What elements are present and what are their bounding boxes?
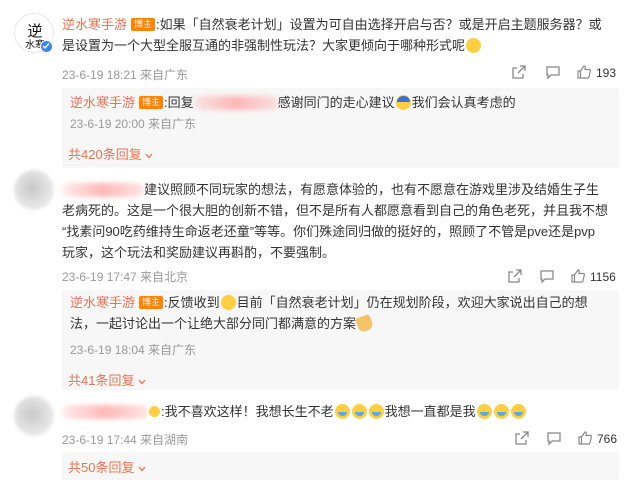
crying-emoji-icon bbox=[351, 404, 367, 419]
comment-text-line2: 我想一直都是我 bbox=[384, 404, 476, 419]
reply-box: 共50条回复 bbox=[62, 452, 619, 480]
comment-time: 23-6-19 17:44 来自湖南 bbox=[62, 433, 189, 447]
like-count: 766 bbox=[597, 432, 618, 446]
chevron-down-icon bbox=[138, 466, 146, 472]
user-tag-icon bbox=[149, 406, 160, 417]
user-avatar[interactable] bbox=[14, 396, 54, 436]
crying-emoji-icon bbox=[368, 404, 384, 419]
comment-text: :我不喜欢这样！我想长生不老 我想一直都是我 bbox=[62, 401, 619, 422]
crying-emoji-icon bbox=[493, 404, 509, 419]
view-replies-link[interactable]: 共50条回复 bbox=[68, 457, 146, 476]
crying-emoji-icon bbox=[334, 404, 350, 419]
like-icon[interactable] bbox=[577, 430, 593, 446]
blurred-username[interactable] bbox=[62, 405, 148, 419]
crying-emoji-icon bbox=[476, 404, 492, 419]
comment-text-line1: :我不喜欢这样！我想长生不老 bbox=[161, 404, 334, 419]
view-replies-label: 共50条回复 bbox=[68, 460, 135, 475]
share-icon[interactable] bbox=[514, 430, 530, 446]
crying-emoji-icon bbox=[510, 404, 526, 419]
comment-item: :我不喜欢这样！我想长生不老 我想一直都是我 23-6-19 17:44 来自湖南… bbox=[0, 0, 633, 484]
reply-icon[interactable] bbox=[546, 430, 562, 446]
